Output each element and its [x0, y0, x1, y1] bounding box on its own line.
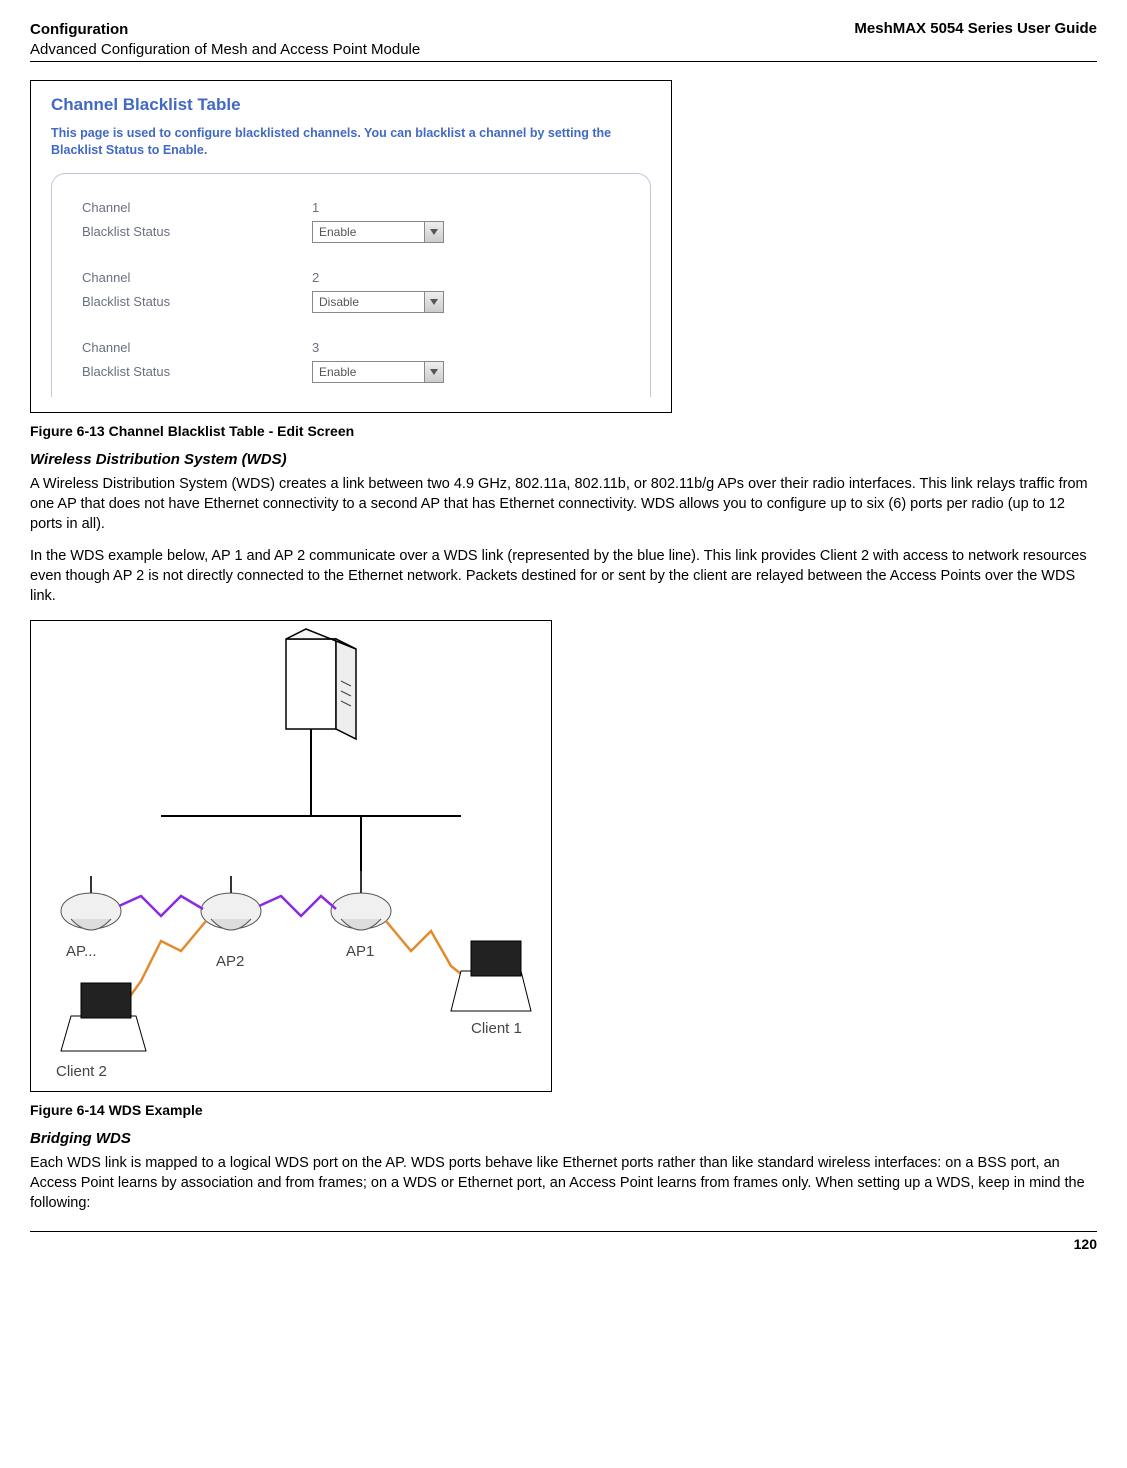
header-subsection: Advanced Configuration of Mesh and Acces… [30, 40, 420, 60]
ap-dots-icon [61, 876, 121, 930]
channel-value: 1 [312, 200, 319, 215]
status-select-1[interactable]: Enable [312, 221, 444, 243]
ap-dots-label: AP... [66, 943, 97, 960]
status-label: Blacklist Status [82, 224, 312, 239]
wds-paragraph-2: In the WDS example below, AP 1 and AP 2 … [30, 546, 1097, 606]
page-footer: 120 [30, 1231, 1097, 1252]
client2-label: Client 2 [56, 1063, 107, 1080]
wds-paragraph-1: A Wireless Distribution System (WDS) cre… [30, 474, 1097, 534]
bridging-wds-paragraph: Each WDS link is mapped to a logical WDS… [30, 1153, 1097, 1213]
channel-label: Channel [82, 340, 312, 355]
chevron-down-icon[interactable] [424, 362, 443, 382]
server-icon [286, 629, 356, 739]
page-header: Configuration Advanced Configuration of … [30, 20, 1097, 62]
status-value: Disable [313, 295, 424, 309]
status-select-2[interactable]: Disable [312, 291, 444, 313]
channel-group-1: Channel 1 Blacklist Status Enable [82, 196, 620, 244]
figure-6-13-caption: Figure 6-13 Channel Blacklist Table - Ed… [30, 423, 1097, 439]
channel-label: Channel [82, 270, 312, 285]
page-number: 120 [1074, 1236, 1097, 1252]
panel-description: This page is used to configure blacklist… [31, 125, 671, 173]
client1-icon [451, 941, 531, 1011]
status-value: Enable [313, 365, 424, 379]
status-value: Enable [313, 225, 424, 239]
chevron-down-icon[interactable] [424, 292, 443, 312]
header-guide: MeshMAX 5054 Series User Guide [854, 20, 1097, 37]
wds-link-1 [119, 896, 203, 916]
ap2-label: AP2 [216, 953, 244, 970]
ap1-label: AP1 [346, 943, 374, 960]
channel-label: Channel [82, 200, 312, 215]
bridging-wds-title: Bridging WDS [30, 1130, 1097, 1147]
status-select-3[interactable]: Enable [312, 361, 444, 383]
header-section: Configuration [30, 20, 420, 40]
blacklist-fieldset: Channel 1 Blacklist Status Enable Channe… [51, 173, 651, 397]
wds-section-title: Wireless Distribution System (WDS) [30, 451, 1097, 468]
channel-group-3: Channel 3 Blacklist Status Enable [82, 336, 620, 384]
header-left: Configuration Advanced Configuration of … [30, 20, 420, 59]
channel-blacklist-screenshot: Channel Blacklist Table This page is use… [30, 80, 672, 413]
ap1-icon [331, 871, 391, 930]
panel-title: Channel Blacklist Table [31, 81, 671, 125]
status-label: Blacklist Status [82, 294, 312, 309]
wds-link-2 [259, 896, 336, 916]
wds-diagram-svg: AP... AP2 AP1 Client 1 Client 2 [31, 621, 551, 1091]
channel-value: 3 [312, 340, 319, 355]
client1-label: Client 1 [471, 1020, 522, 1037]
status-label: Blacklist Status [82, 364, 312, 379]
channel-value: 2 [312, 270, 319, 285]
figure-6-14-caption: Figure 6-14 WDS Example [30, 1102, 1097, 1118]
channel-group-2: Channel 2 Blacklist Status Disable [82, 266, 620, 314]
chevron-down-icon[interactable] [424, 222, 443, 242]
ap2-icon [201, 876, 261, 930]
wds-diagram: AP... AP2 AP1 Client 1 Client 2 [30, 620, 552, 1092]
